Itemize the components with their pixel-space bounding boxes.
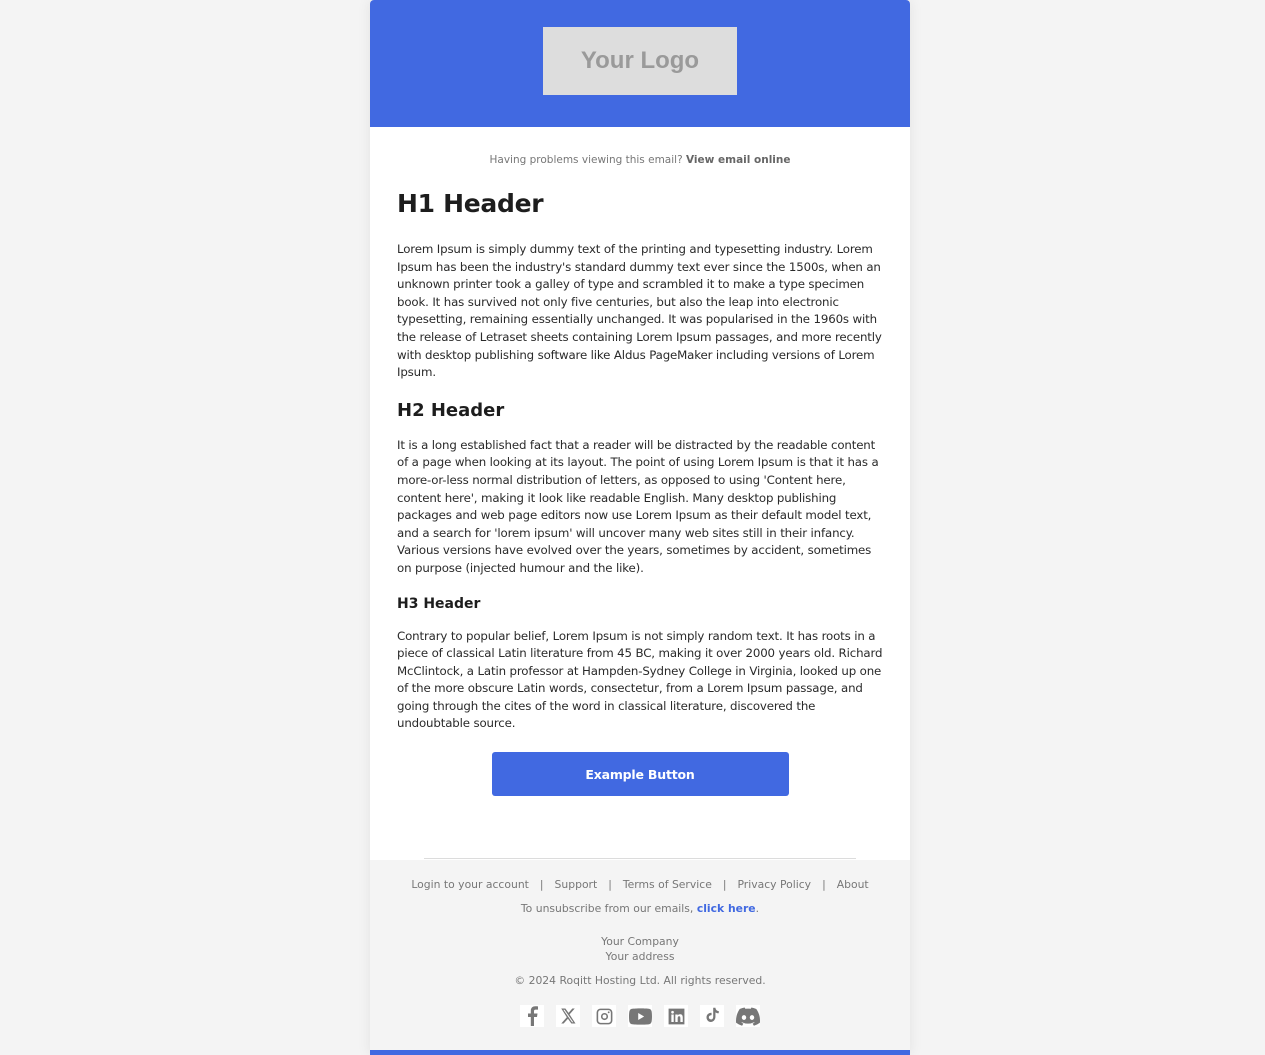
- email-header: Your Logo: [370, 0, 910, 127]
- view-online-link[interactable]: View email online: [686, 154, 791, 166]
- unsubscribe-link[interactable]: click here: [697, 902, 756, 915]
- footer-link-terms[interactable]: Terms of Service: [623, 878, 712, 891]
- x-link[interactable]: [556, 1005, 580, 1027]
- email-card: Your Logo Having problems viewing this e…: [370, 0, 910, 1055]
- h1-header: H1 Header: [397, 189, 544, 218]
- company-info: Your Company Your address: [370, 934, 910, 964]
- discord-icon: [736, 1007, 760, 1026]
- footer-links: Login to your account | Support | Terms of S…: [370, 878, 910, 893]
- youtube-icon: [628, 1007, 652, 1025]
- tiktok-icon: [706, 1007, 719, 1022]
- discord-link[interactable]: [736, 1005, 760, 1027]
- facebook-icon: [528, 1006, 538, 1026]
- linkedin-icon: [668, 1008, 684, 1024]
- example-button[interactable]: Example Button: [491, 752, 789, 797]
- separator: |: [539, 878, 544, 891]
- email-footer: Login to your account | Support | Terms of S…: [370, 860, 910, 1050]
- paragraph-2: It is a long established fact that a rea…: [397, 437, 879, 575]
- unsubscribe-line: To unsubscribe from our emails, click he…: [370, 902, 910, 915]
- h2-header: H2 Header: [397, 399, 505, 421]
- tiktok-link[interactable]: [700, 1005, 724, 1027]
- footer-link-login[interactable]: Login to your account: [411, 878, 529, 891]
- footer-divider: [424, 858, 856, 859]
- footer-link-privacy[interactable]: Privacy Policy: [737, 878, 811, 891]
- social-links: [370, 1005, 910, 1027]
- company-address: Your address: [605, 950, 675, 963]
- paragraph-3: Contrary to popular belief, Lorem Ipsum …: [397, 628, 883, 731]
- separator: |: [608, 878, 612, 891]
- facebook-link[interactable]: [520, 1005, 544, 1027]
- logo-placeholder: Your Logo: [543, 27, 737, 95]
- unsubscribe-text: To unsubscribe from our emails,: [520, 902, 697, 915]
- copyright: © 2024 Roqitt Hosting Ltd. All rights re…: [514, 974, 766, 987]
- preheader-text: Having problems viewing this email?: [489, 154, 686, 166]
- email-body: H1 Header Lorem Ipsum is simply dummy te…: [370, 187, 910, 797]
- separator: |: [722, 878, 727, 891]
- preheader: Having problems viewing this email? View…: [370, 154, 910, 168]
- unsubscribe-end: .: [755, 902, 760, 915]
- footer-link-support[interactable]: Support: [555, 878, 598, 891]
- instagram-icon: [596, 1008, 612, 1024]
- linkedin-link[interactable]: [664, 1005, 688, 1027]
- separator: |: [822, 878, 826, 891]
- footer-link-about[interactable]: About: [837, 878, 869, 891]
- paragraph-1: Lorem Ipsum is simply dummy text of the …: [397, 242, 882, 380]
- footer-accent-bar: [370, 1050, 910, 1055]
- youtube-link[interactable]: [628, 1005, 652, 1027]
- x-icon: [561, 1008, 576, 1024]
- h3-header: H3 Header: [397, 595, 481, 612]
- company-name: Your Company: [601, 935, 679, 948]
- instagram-link[interactable]: [592, 1005, 616, 1027]
